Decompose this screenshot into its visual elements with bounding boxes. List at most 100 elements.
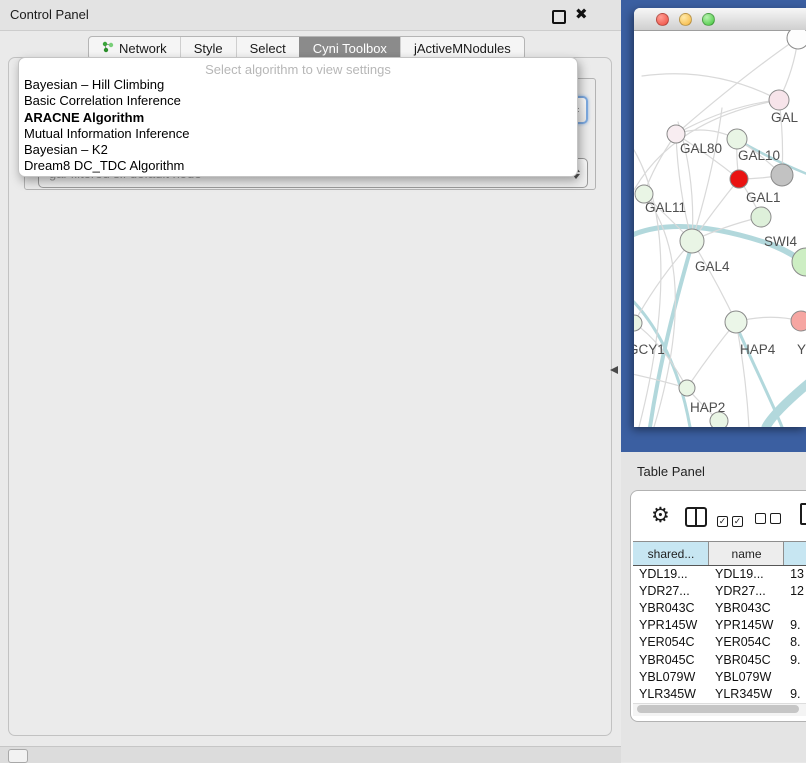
node-label-y: Y — [797, 342, 806, 357]
network-canvas[interactable]: GAL GAL80 GAL10 GAL1 GAL11 SWI4 GAL4 GCY1 HAP4 Y H… — [634, 30, 806, 427]
node-hap4[interactable] — [725, 311, 747, 333]
table-row[interactable]: YPR145WYPR145W9. — [633, 617, 806, 634]
node-gal4[interactable] — [680, 229, 704, 253]
table-cell[interactable]: YBR045C — [633, 653, 709, 667]
node-label-gal80: GAL80 — [680, 141, 722, 156]
table-cell[interactable]: YDL19... — [633, 567, 709, 581]
tab-jactivemnodules[interactable]: jActiveMNodules — [400, 37, 524, 59]
column-header-name[interactable]: name — [709, 542, 784, 565]
gear-icon[interactable]: ⚙ — [651, 503, 670, 528]
table-cell[interactable]: YER054C — [709, 635, 784, 649]
algorithm-option-dream8-dc-tdc-algorithm[interactable]: Dream8 DC_TDC Algorithm — [19, 158, 577, 174]
network-desktop: GAL GAL80 GAL10 GAL1 GAL11 SWI4 GAL4 GCY1 HAP4 Y H… — [621, 0, 806, 452]
table-cell[interactable]: YPR145W — [633, 618, 709, 632]
split-columns-icon[interactable] — [685, 507, 707, 527]
node-swi4[interactable] — [751, 207, 771, 227]
network-icon — [102, 41, 114, 56]
table-row[interactable]: YBL079WYBL079W — [633, 668, 806, 685]
node-gal10[interactable] — [727, 129, 747, 149]
table-cell[interactable]: YDR27... — [633, 584, 709, 598]
network-edge[interactable] — [642, 74, 779, 100]
float-panel-icon[interactable] — [552, 10, 566, 24]
export-table-icon[interactable] — [800, 503, 806, 525]
node-gray[interactable] — [771, 164, 793, 186]
table-cell[interactable]: 9. — [784, 618, 806, 632]
node-label-gcy1: GCY1 — [634, 342, 665, 357]
node-label-gal4: GAL4 — [695, 259, 730, 274]
table-row[interactable]: YER054CYER054C8. — [633, 634, 806, 651]
table-cell[interactable]: YDR27... — [709, 584, 784, 598]
node-label-hap4: HAP4 — [740, 342, 776, 357]
table-cell[interactable]: 9. — [784, 653, 806, 667]
table-cell[interactable]: YBR045C — [709, 653, 784, 667]
node-label-gal: GAL — [771, 110, 799, 125]
algorithm-option-basic-correlation-inference[interactable]: Basic Correlation Inference — [19, 93, 577, 109]
table-cell[interactable]: 8. — [784, 635, 806, 649]
tab-label: Network — [119, 41, 167, 56]
node-label-gal10: GAL10 — [738, 148, 780, 163]
network-edge[interactable] — [692, 241, 736, 322]
node-label-gal1: GAL1 — [746, 190, 781, 205]
table-cell[interactable]: YBR043C — [633, 601, 709, 615]
table-cell[interactable]: YBL079W — [709, 670, 784, 684]
node-salmon[interactable] — [791, 311, 806, 331]
network-edge[interactable] — [687, 322, 736, 388]
table-cell[interactable]: YLR345W — [709, 687, 784, 701]
table-row[interactable]: YLR345WYLR345W9. — [633, 685, 806, 702]
control-panel-titlebar: Control Panel ✖ — [0, 0, 621, 31]
node-top-partial[interactable] — [787, 30, 806, 49]
network-window[interactable]: GAL GAL80 GAL10 GAL1 GAL11 SWI4 GAL4 GCY1 HAP4 Y H… — [634, 8, 806, 427]
tab-select[interactable]: Select — [236, 37, 299, 59]
table-cell[interactable]: YBL079W — [633, 670, 709, 684]
table-cell[interactable]: YER054C — [633, 635, 709, 649]
algorithm-option-bayesian-k2[interactable]: Bayesian – K2 — [19, 142, 577, 158]
panel-title: Control Panel — [10, 7, 89, 22]
node-right-big[interactable] — [792, 248, 806, 276]
node-label-hap2: HAP2 — [690, 400, 725, 415]
minimize-traffic-light[interactable] — [679, 13, 692, 26]
hide-columns-icon[interactable] — [755, 511, 785, 529]
table-row[interactable]: YBR043CYBR043C — [633, 599, 806, 616]
algorithm-option-list: Bayesian – Hill ClimbingBasic Correlatio… — [19, 77, 577, 175]
table-cell[interactable]: YLR345W — [633, 687, 709, 701]
node-gal2[interactable] — [769, 90, 789, 110]
tab-label: jActiveMNodules — [414, 41, 511, 56]
algorithm-option-mutual-information-inference[interactable]: Mutual Information Inference — [19, 126, 577, 142]
column-header-shared[interactable]: shared... — [633, 542, 709, 565]
tab-label: Cyni Toolbox — [313, 41, 387, 56]
tab-style[interactable]: Style — [180, 37, 236, 59]
minimized-panel-button[interactable] — [8, 749, 28, 763]
popup-header: Select algorithm to view settings — [19, 62, 577, 77]
table-panel-box: ⚙ ✓✓ shared...nameA YDL19...YDL19...13YD… — [630, 490, 806, 722]
table-cell[interactable]: 12 — [784, 584, 806, 598]
table-cell[interactable]: 13 — [784, 567, 806, 581]
table-cell[interactable]: YPR145W — [709, 618, 784, 632]
tab-label: Style — [194, 41, 223, 56]
node-label-swi4: SWI4 — [764, 234, 797, 249]
node-hap2[interactable] — [679, 380, 695, 396]
tab-cyni-toolbox[interactable]: Cyni Toolbox — [299, 37, 400, 59]
algorithm-option-bayesian-hill-climbing[interactable]: Bayesian – Hill Climbing — [19, 77, 577, 93]
node-label-gal11: GAL11 — [645, 200, 686, 215]
table-panel-section: Table Panel ⚙ ✓✓ shared...nameA YDL19...… — [621, 452, 806, 762]
tab-network[interactable]: Network — [89, 37, 180, 59]
node-gal1[interactable] — [730, 170, 748, 188]
zoom-traffic-light[interactable] — [702, 13, 715, 26]
table-rows: YDL19...YDL19...13YDR27...YDR27...12YBR0… — [633, 565, 806, 711]
algorithm-option-aracne-algorithm[interactable]: ARACNE Algorithm — [19, 110, 577, 126]
column-header-a[interactable]: A — [784, 542, 806, 565]
table-panel-title: Table Panel — [637, 464, 705, 479]
table-cell[interactable]: YBR043C — [709, 601, 784, 615]
table-row[interactable]: YDL19...YDL19...13 — [633, 565, 806, 582]
control-panel: Control Panel ✖ Network Style Select Cyni T… — [0, 0, 621, 746]
table-row[interactable]: YDR27...YDR27...12 — [633, 582, 806, 599]
close-icon[interactable]: ✖ — [575, 5, 588, 23]
table-cell[interactable]: YDL19... — [709, 567, 784, 581]
network-edge[interactable] — [676, 100, 779, 134]
close-traffic-light[interactable] — [656, 13, 669, 26]
table-row[interactable]: YBR045CYBR045C9. — [633, 651, 806, 668]
table-cell[interactable]: 9. — [784, 687, 806, 701]
show-columns-icon[interactable]: ✓✓ — [717, 511, 747, 529]
table-hscrollbar-thumb[interactable] — [637, 705, 799, 713]
network-window-titlebar[interactable] — [634, 8, 806, 31]
